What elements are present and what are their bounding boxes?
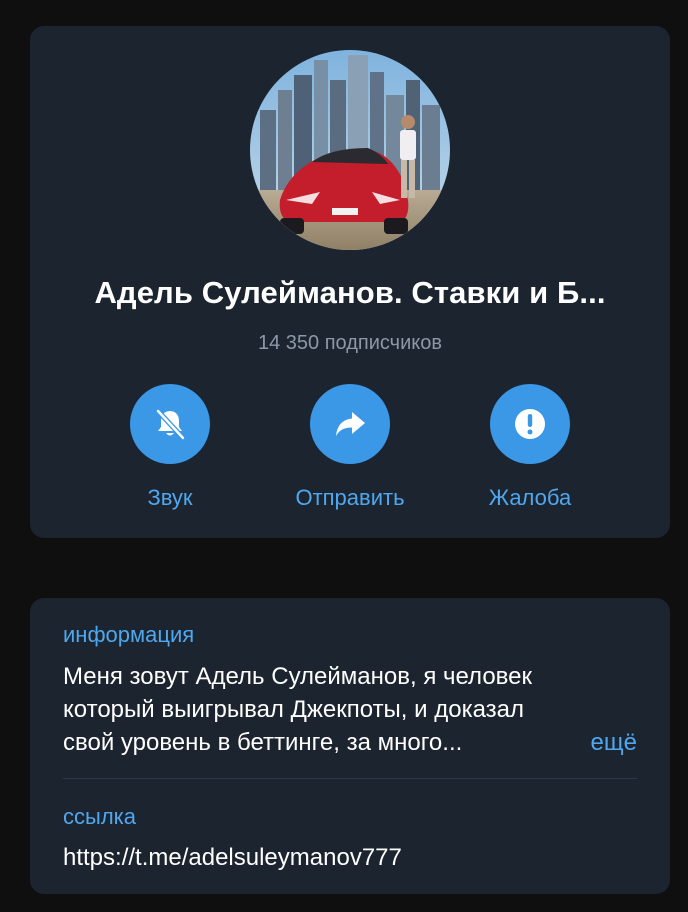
subscriber-count: 14 350 подписчиков <box>257 332 442 354</box>
divider <box>63 778 637 779</box>
info-section-label: информация <box>63 622 195 647</box>
show-more-link[interactable]: ещё <box>591 726 637 759</box>
report-button-circle[interactable] <box>490 384 570 464</box>
channel-title: Адель Сулейманов. Ставки и Б... <box>94 275 606 310</box>
report-button[interactable]: Жалоба <box>440 384 620 511</box>
description-line: Меня зовут Адель Сулейманов, я человек <box>63 663 532 690</box>
bell-muted-icon <box>155 408 186 441</box>
channel-link[interactable]: https://t.me/adelsuleymanov777 <box>63 844 402 872</box>
sound-button[interactable]: Звук <box>80 384 260 511</box>
share-button-circle[interactable] <box>310 384 390 464</box>
sound-button-circle[interactable] <box>130 384 210 464</box>
share-label: Отправить <box>295 485 405 510</box>
channel-avatar[interactable] <box>250 50 450 250</box>
report-label: Жалоба <box>488 485 572 510</box>
exclamation-circle-icon <box>515 409 545 439</box>
sound-label: Звук <box>147 485 193 510</box>
channel-header-card: Адель Сулейманов. Ставки и Б... 14 350 п… <box>30 26 670 538</box>
description-line: который выигрывал Джекпоты, и доказал <box>63 696 525 723</box>
channel-description: Меня зовут Адель Сулейманов, я человек к… <box>63 660 563 759</box>
share-arrow-icon <box>336 412 365 436</box>
link-section-label: ссылка <box>63 804 136 829</box>
description-line: свой уровень в беттинге, за много... <box>63 729 463 756</box>
share-button[interactable]: Отправить <box>260 384 440 511</box>
avatar-photo <box>250 50 450 250</box>
channel-info-card: информация Меня зовут Адель Сулейманов, … <box>30 598 670 894</box>
